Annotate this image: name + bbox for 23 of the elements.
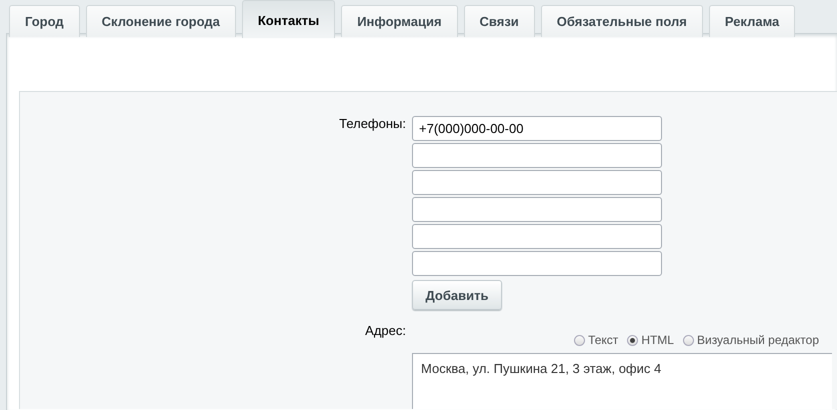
add-button[interactable]: Добавить (412, 280, 502, 310)
address-field[interactable]: Москва, ул. Пушкина 21, 3 этаж, офис 4 (412, 353, 832, 409)
radio-label[interactable]: Текст (588, 333, 618, 347)
phone-field[interactable] (412, 170, 662, 195)
radio-button[interactable] (627, 334, 638, 346)
tab[interactable]: Информация (341, 5, 458, 37)
field-label: Телефоны: (339, 116, 406, 131)
radio-button[interactable] (574, 334, 586, 346)
tab[interactable]: Контакты (242, 0, 336, 38)
tab[interactable]: Связи (464, 5, 535, 37)
tab[interactable]: Город (9, 5, 80, 37)
phone-field[interactable] (412, 224, 662, 249)
phone-field[interactable] (412, 197, 662, 222)
radio-label[interactable]: HTML (641, 333, 674, 347)
phone-field[interactable] (412, 251, 662, 276)
phone-field[interactable]: +7(000)000-00-00 (412, 116, 662, 141)
tab[interactable]: Склонение города (86, 5, 236, 37)
tab[interactable]: Обязательные поля (540, 5, 703, 37)
tab[interactable]: Реклама (708, 5, 796, 37)
phone-field[interactable] (412, 143, 662, 168)
field-label: Адрес: (365, 323, 406, 338)
radio-label[interactable]: Визуальный редактор (696, 333, 819, 347)
radio-button[interactable] (682, 334, 694, 346)
